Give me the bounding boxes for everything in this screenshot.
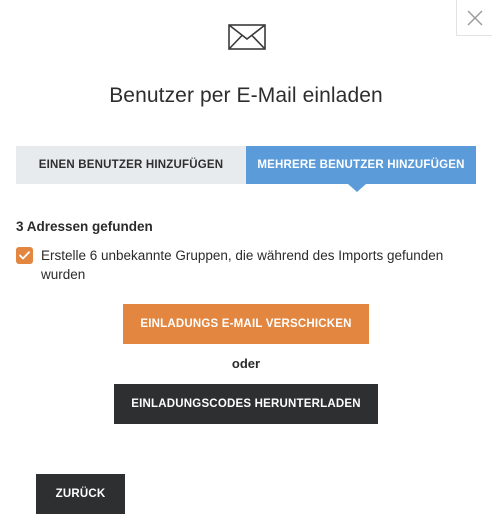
- create-groups-option: Erstelle 6 unbekannte Gruppen, die währe…: [16, 246, 462, 284]
- envelope-icon: [228, 24, 266, 50]
- tab-single-user[interactable]: EINEN BENUTZER HINZUFÜGEN: [16, 146, 246, 184]
- tab-multiple-users[interactable]: MEHRERE BENUTZER HINZUFÜGEN: [246, 146, 476, 192]
- dialog-title: Benutzer per E-Mail einladen: [109, 84, 383, 107]
- back-button[interactable]: ZURÜCK: [36, 474, 125, 514]
- close-icon: [467, 10, 482, 25]
- tab-bar: EINEN BENUTZER HINZUFÜGEN MEHRERE BENUTZ…: [16, 146, 476, 192]
- or-separator: oder: [231, 356, 261, 371]
- active-tab-pointer: [348, 184, 366, 192]
- tab-multiple-users-label: MEHRERE BENUTZER HINZUFÜGEN: [257, 159, 465, 171]
- invite-dialog: Benutzer per E-Mail einladen EINEN BENUT…: [0, 0, 492, 527]
- create-groups-label[interactable]: Erstelle 6 unbekannte Gruppen, die währe…: [41, 246, 462, 284]
- download-invitation-codes-button[interactable]: EINLADUNGSCODES HERUNTERLADEN: [114, 384, 378, 424]
- checkmark-icon: [19, 251, 30, 260]
- addresses-found-text: 3 Adressen gefunden: [16, 219, 153, 234]
- send-invitation-email-button[interactable]: EINLADUNGS E-MAIL VERSCHICKEN: [123, 304, 369, 344]
- create-groups-checkbox[interactable]: [16, 247, 33, 264]
- close-button[interactable]: [456, 0, 492, 36]
